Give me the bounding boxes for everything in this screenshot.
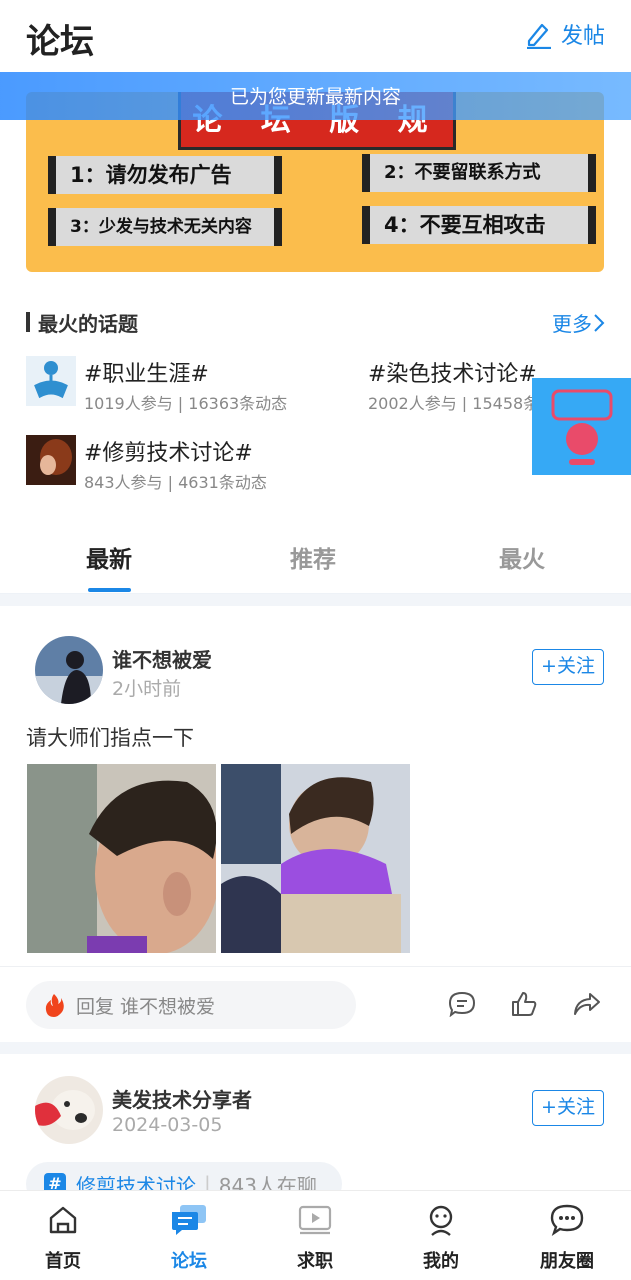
post-time: 2024-03-05 bbox=[112, 1114, 223, 1136]
fire-icon bbox=[45, 994, 64, 1017]
avatar-image bbox=[35, 636, 103, 704]
new-post-button[interactable]: 发帖 bbox=[523, 18, 605, 50]
nav-label: 首页 bbox=[45, 1251, 81, 1272]
post-image[interactable] bbox=[27, 764, 216, 953]
floating-promo[interactable] bbox=[532, 378, 631, 475]
post-action-bar: 回复 谁不想被爱 bbox=[0, 966, 631, 1040]
nav-label: 我的 bbox=[423, 1251, 459, 1272]
bottom-navigation: 首页 论坛 求职 我的 朋友圈 bbox=[0, 1190, 631, 1280]
nav-label: 朋友圈 bbox=[540, 1251, 594, 1272]
nav-item-mine[interactable]: 我的 bbox=[391, 1203, 491, 1273]
tab-hottest[interactable]: 最火 bbox=[499, 540, 545, 574]
reply-placeholder: 回复 谁不想被爱 bbox=[76, 995, 216, 1018]
topic-item-career[interactable]: #职业生涯# 1019人参与 | 16363条动态 bbox=[26, 356, 346, 413]
topic-stats: 2002人参与 | 15458条 bbox=[368, 394, 540, 412]
refresh-toast: 已为您更新最新内容 bbox=[0, 72, 631, 120]
nav-label: 论坛 bbox=[171, 1251, 207, 1272]
share-icon[interactable] bbox=[572, 991, 602, 1017]
feed-tabs: 最新 推荐 最火 bbox=[0, 530, 631, 594]
rule-3: 3：少发与技术无关内容 bbox=[48, 208, 282, 246]
topic-thumbnail bbox=[26, 435, 76, 485]
post-card[interactable]: 美发技术分享者 2024-03-05 +关注 # 修剪技术讨论 | 843人在聊 bbox=[0, 1054, 631, 1206]
profile-icon bbox=[429, 1205, 453, 1236]
topic-name: #染色技术讨论# bbox=[368, 362, 537, 387]
tab-latest[interactable]: 最新 bbox=[86, 540, 132, 574]
reply-input[interactable]: 回复 谁不想被爱 bbox=[26, 981, 356, 1029]
video-icon bbox=[298, 1205, 332, 1235]
divider bbox=[0, 1042, 631, 1054]
rule-4: 4：不要互相攻击 bbox=[362, 206, 596, 244]
chevron-right-icon bbox=[594, 313, 605, 332]
rule-1: 1：请勿发布广告 bbox=[48, 156, 282, 194]
nav-item-jobs[interactable]: 求职 bbox=[265, 1203, 365, 1273]
follow-button[interactable]: +关注 bbox=[532, 1090, 604, 1126]
forum-icon bbox=[172, 1205, 206, 1235]
tab-recommended[interactable]: 推荐 bbox=[290, 540, 336, 574]
home-icon bbox=[49, 1206, 77, 1234]
active-tab-indicator bbox=[88, 588, 131, 592]
page-title: 论坛 bbox=[26, 22, 94, 62]
moments-icon bbox=[550, 1204, 584, 1236]
username[interactable]: 谁不想被爱 bbox=[112, 644, 212, 673]
top-header: 论坛 发帖 bbox=[0, 0, 631, 76]
nav-item-moments[interactable]: 朋友圈 bbox=[517, 1203, 617, 1273]
nav-item-home[interactable]: 首页 bbox=[13, 1203, 113, 1273]
post-text: 请大师们指点一下 bbox=[26, 726, 194, 750]
topic-thumbnail bbox=[26, 356, 76, 406]
more-label: 更多 bbox=[552, 312, 592, 336]
nav-label: 求职 bbox=[297, 1251, 333, 1272]
topic-stats: 843人参与 | 4631条动态 bbox=[84, 473, 267, 492]
avatar-image bbox=[35, 1076, 103, 1144]
promo-badge-icon bbox=[551, 389, 612, 465]
edit-icon bbox=[526, 23, 551, 49]
topic-name: #修剪技术讨论# bbox=[84, 441, 253, 466]
topic-name: #职业生涯# bbox=[84, 362, 209, 387]
avatar[interactable] bbox=[35, 636, 103, 704]
hot-topics-title: 最火的话题 bbox=[38, 312, 138, 336]
rule-2: 2：不要留联系方式 bbox=[362, 154, 596, 192]
avatar[interactable] bbox=[35, 1076, 103, 1144]
section-marker bbox=[26, 312, 30, 332]
like-icon[interactable] bbox=[510, 991, 538, 1017]
post-image[interactable] bbox=[221, 764, 410, 953]
follow-button[interactable]: +关注 bbox=[532, 649, 604, 685]
comment-icon[interactable] bbox=[448, 991, 476, 1017]
topic-item-cutting[interactable]: #修剪技术讨论# 843人参与 | 4631条动态 bbox=[26, 435, 346, 492]
post-time: 2小时前 bbox=[112, 678, 182, 700]
post-card[interactable]: 谁不想被爱 2小时前 +关注 请大师们指点一下 回复 谁不想被爱 bbox=[0, 606, 631, 1042]
divider bbox=[0, 594, 631, 606]
new-post-label: 发帖 bbox=[560, 24, 605, 49]
nav-item-forum[interactable]: 论坛 bbox=[139, 1203, 239, 1273]
hot-topics-header: 最火的话题 更多 bbox=[26, 308, 606, 338]
more-topics-link[interactable]: 更多 bbox=[552, 308, 606, 337]
topic-stats: 1019人参与 | 16363条动态 bbox=[84, 394, 288, 413]
username[interactable]: 美发技术分享者 bbox=[112, 1084, 252, 1113]
